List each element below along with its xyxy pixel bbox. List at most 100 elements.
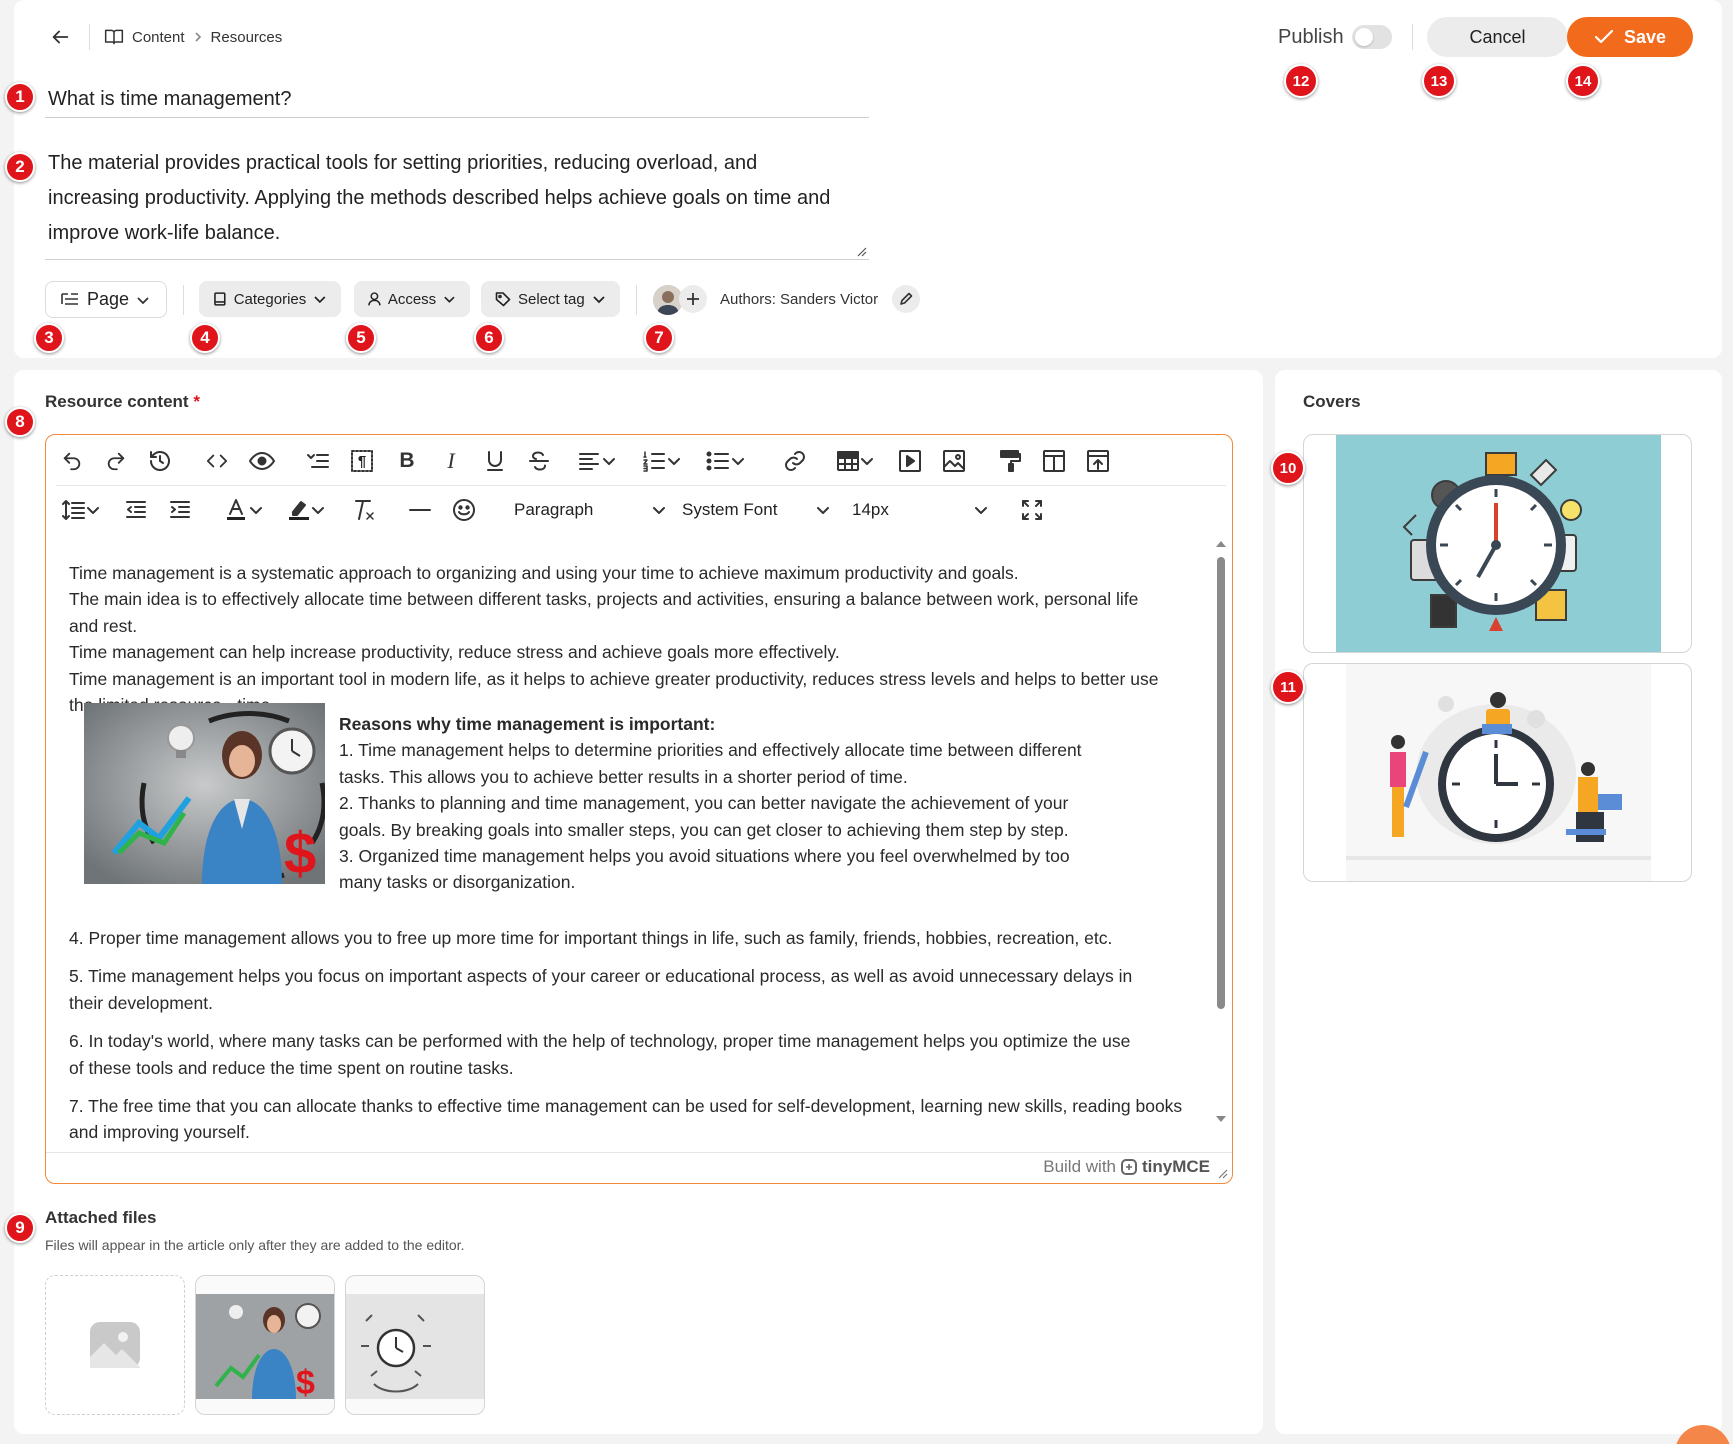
reason-item: 5. Time management helps you focus on im… xyxy=(69,966,1133,1013)
svg-text:$: $ xyxy=(296,1364,315,1402)
fullscreen-icon[interactable] xyxy=(1016,494,1048,526)
resource-content-label: Resource content * xyxy=(45,392,200,411)
reason-item: 6. In today's world, where many tasks ca… xyxy=(69,1031,1131,1078)
format-painter-icon[interactable] xyxy=(994,445,1026,477)
chevron-right-icon xyxy=(194,32,201,42)
chevron-down-icon[interactable] xyxy=(83,494,103,526)
title-input[interactable]: What is time management? xyxy=(45,84,869,118)
covers-title: Covers xyxy=(1303,392,1361,411)
resize-handle-icon[interactable] xyxy=(1218,1169,1228,1179)
show-blocks-icon[interactable]: ¶ xyxy=(346,445,378,477)
reason-item: 3. Organized time management helps you a… xyxy=(339,846,1070,893)
chevron-down-icon[interactable] xyxy=(599,445,619,477)
description-textarea[interactable]: The material provides practical tools fo… xyxy=(45,146,869,260)
chevron-down-icon[interactable] xyxy=(246,494,266,526)
scroll-up-icon[interactable] xyxy=(1215,539,1227,549)
title-value: What is time management? xyxy=(48,88,292,110)
toggle-knob xyxy=(1355,28,1373,46)
indent-icon[interactable] xyxy=(164,494,196,526)
attachment-thumbnail[interactable]: $ xyxy=(195,1275,335,1415)
image-icon[interactable] xyxy=(938,445,970,477)
badge-4: 4 xyxy=(190,323,220,353)
badge-2: 2 xyxy=(5,152,35,182)
badge-13: 13 xyxy=(1422,64,1456,98)
font-size-select[interactable]: 14px xyxy=(844,494,988,526)
branding-brand: tinyMCE xyxy=(1142,1157,1210,1176)
chevron-down-icon xyxy=(593,296,605,304)
cancel-button[interactable]: Cancel xyxy=(1427,17,1568,57)
underline-icon[interactable] xyxy=(479,445,511,477)
page-select[interactable]: Page xyxy=(45,281,167,318)
tag-dropdown[interactable]: Select tag xyxy=(481,281,620,317)
badge-7: 7 xyxy=(644,323,674,353)
chevron-down-icon xyxy=(137,296,149,304)
media-icon[interactable] xyxy=(894,445,926,477)
horizontal-line-icon[interactable] xyxy=(404,494,436,526)
redo-icon[interactable] xyxy=(100,445,132,477)
undo-icon[interactable] xyxy=(56,445,88,477)
chevron-down-icon[interactable] xyxy=(857,445,877,477)
breadcrumb-resources[interactable]: Resources xyxy=(211,29,283,46)
add-author-button[interactable] xyxy=(679,285,707,313)
categories-dropdown[interactable]: Categories xyxy=(199,281,341,317)
chevron-down-icon[interactable] xyxy=(308,494,328,526)
editor-branding[interactable]: Build with tinyMCE xyxy=(1043,1157,1210,1177)
book-icon xyxy=(104,29,124,45)
visual-chars-icon[interactable] xyxy=(302,445,334,477)
attached-files-hint: Files will appear in the article only af… xyxy=(45,1237,465,1253)
svg-text:$: $ xyxy=(284,821,316,884)
scrollbar[interactable] xyxy=(1214,539,1228,1124)
reason-item: 4. Proper time management allows you to … xyxy=(69,928,1113,948)
access-dropdown[interactable]: Access xyxy=(354,281,470,317)
cover-card[interactable] xyxy=(1303,434,1692,653)
block-format-select[interactable]: Paragraph xyxy=(506,494,666,526)
categories-label: Categories xyxy=(233,290,307,308)
template-icon[interactable] xyxy=(1038,445,1070,477)
clear-formatting-icon[interactable] xyxy=(348,494,380,526)
chevron-down-icon[interactable] xyxy=(728,445,748,477)
badge-8: 8 xyxy=(5,407,35,437)
font-family-select[interactable]: System Font xyxy=(674,494,830,526)
strikethrough-icon[interactable] xyxy=(523,445,555,477)
tag-icon xyxy=(495,292,511,307)
badge-14: 14 xyxy=(1566,64,1600,98)
editor-content[interactable]: Time management is a systematic approach… xyxy=(69,560,1189,718)
plus-icon xyxy=(687,293,699,305)
breadcrumb-content[interactable]: Content xyxy=(132,29,185,46)
scroll-down-icon[interactable] xyxy=(1215,1114,1227,1124)
chevron-down-icon xyxy=(653,507,665,514)
divider xyxy=(89,24,90,50)
badge-6: 6 xyxy=(474,323,504,353)
emoji-icon[interactable] xyxy=(448,494,480,526)
publish-toggle[interactable] xyxy=(1352,25,1392,49)
rich-text-editor: ¶ B I Paragraph System Font 14px Time ma… xyxy=(45,434,1233,1184)
reasons-title: Reasons why time management is important… xyxy=(339,714,716,734)
italic-icon[interactable]: I xyxy=(435,445,467,477)
outdent-icon[interactable] xyxy=(120,494,152,526)
resize-handle-icon[interactable] xyxy=(857,247,867,257)
font-family-value: System Font xyxy=(682,500,778,519)
font-size-value: 14px xyxy=(852,500,889,519)
upload-file-slot[interactable] xyxy=(45,1275,185,1415)
cover-card[interactable] xyxy=(1303,663,1692,882)
editor-toolbar-row-2: Paragraph System Font 14px xyxy=(46,485,1232,535)
edit-authors-button[interactable] xyxy=(892,285,920,313)
inline-image[interactable]: $ xyxy=(84,703,325,884)
back-arrow-icon[interactable] xyxy=(44,21,76,53)
save-button[interactable]: Save xyxy=(1567,17,1693,57)
badge-9: 9 xyxy=(5,1213,35,1243)
link-icon[interactable] xyxy=(779,445,811,477)
chevron-down-icon[interactable] xyxy=(664,445,684,477)
upload-icon[interactable] xyxy=(1082,445,1114,477)
preview-eye-icon[interactable] xyxy=(246,445,278,477)
history-icon[interactable] xyxy=(144,445,176,477)
scrollbar-thumb[interactable] xyxy=(1217,557,1225,1009)
user-icon xyxy=(368,292,381,306)
paragraph: Time management is a systematic approach… xyxy=(69,563,1019,583)
bold-icon[interactable]: B xyxy=(391,445,423,477)
required-mark: * xyxy=(193,392,200,411)
source-code-icon[interactable] xyxy=(201,445,233,477)
badge-11: 11 xyxy=(1271,670,1305,704)
attachment-thumbnail[interactable] xyxy=(345,1275,485,1415)
divider xyxy=(636,285,637,315)
